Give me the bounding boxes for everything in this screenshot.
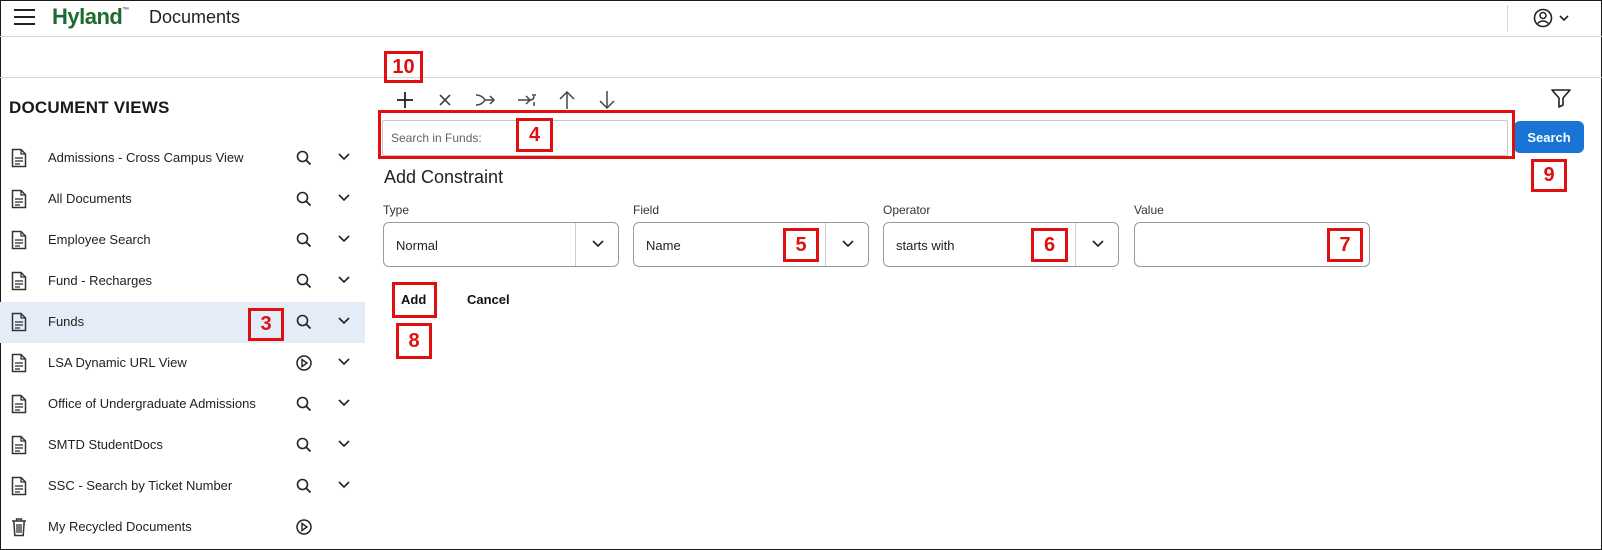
operator-label: Operator [883, 203, 931, 217]
cancel-button[interactable]: Cancel [467, 292, 510, 307]
select-divider [1075, 223, 1076, 266]
document-views-sidebar: DOCUMENT VIEWS Admissions - Cross Campus… [0, 78, 365, 550]
hamburger-menu-icon[interactable] [14, 9, 35, 26]
chevron-down-icon [842, 240, 854, 248]
annotation-add-frame [392, 282, 437, 318]
view-item-label: My Recycled Documents [48, 519, 192, 534]
view-item-label: All Documents [48, 191, 132, 206]
arrow-up-icon[interactable] [555, 88, 579, 112]
annotation-5: 5 [783, 228, 819, 262]
view-item-label: Admissions - Cross Campus View [48, 150, 244, 165]
document-icon [11, 394, 27, 414]
plus-icon[interactable] [393, 88, 417, 112]
view-item-employee-search[interactable]: Employee Search [0, 220, 365, 261]
filter-icon[interactable] [1550, 86, 1572, 110]
header-divider [1507, 5, 1508, 32]
view-item-lsa-dynamic-url[interactable]: LSA Dynamic URL View [0, 343, 365, 384]
field-label: Field [633, 203, 660, 217]
search-icon[interactable] [295, 477, 313, 495]
operator-select-value: starts with [896, 238, 955, 253]
select-divider [825, 223, 826, 266]
app-header: Hyland™ Documents [0, 0, 1602, 37]
indent-icon[interactable] [515, 88, 539, 112]
select-divider [575, 223, 576, 266]
type-select-value: Normal [396, 238, 438, 253]
annotation-7: 7 [1327, 228, 1363, 262]
search-icon[interactable] [295, 272, 313, 290]
annotation-10: 10 [384, 51, 423, 83]
app-title: Documents [149, 7, 241, 27]
annotation-3: 3 [248, 308, 284, 341]
document-view-list: Admissions - Cross Campus View All Docum… [0, 138, 365, 548]
annotation-8: 8 [396, 323, 432, 359]
document-icon [11, 230, 27, 250]
chevron-down-icon[interactable] [337, 193, 351, 203]
document-icon [11, 476, 27, 496]
arrow-down-icon[interactable] [595, 88, 619, 112]
close-icon[interactable] [433, 88, 457, 112]
search-icon[interactable] [295, 231, 313, 249]
annotation-4: 4 [516, 118, 553, 152]
field-select-value: Name [646, 238, 681, 253]
search-icon[interactable] [295, 190, 313, 208]
search-icon[interactable] [295, 395, 313, 413]
view-item-office-undergrad-admissions[interactable]: Office of Undergraduate Admissions [0, 384, 365, 425]
document-icon [11, 189, 27, 209]
user-menu-button[interactable] [1532, 7, 1574, 29]
view-item-label: SSC - Search by Ticket Number [48, 478, 233, 493]
chevron-down-icon [1092, 240, 1104, 248]
sub-header-bar [0, 37, 1602, 78]
play-icon[interactable] [295, 518, 313, 536]
view-item-label: Funds [48, 314, 85, 329]
view-item-funds[interactable]: Funds [0, 302, 365, 343]
document-icon [11, 353, 27, 373]
view-item-admissions-cross-campus[interactable]: Admissions - Cross Campus View [0, 138, 365, 179]
chevron-down-icon[interactable] [337, 439, 351, 449]
trash-icon [12, 518, 26, 537]
search-icon[interactable] [295, 436, 313, 454]
field-select[interactable]: Name [633, 222, 869, 267]
user-account-icon [1533, 8, 1569, 28]
search-icon[interactable] [295, 149, 313, 167]
view-item-fund-recharges[interactable]: Fund - Recharges [0, 261, 365, 302]
type-label: Type [383, 203, 410, 217]
sidebar-title: DOCUMENT VIEWS [9, 98, 170, 117]
annotation-9: 9 [1531, 159, 1567, 192]
document-icon [11, 271, 27, 291]
chevron-down-icon[interactable] [337, 316, 351, 326]
view-item-label: Fund - Recharges [48, 273, 153, 288]
chevron-down-icon[interactable] [337, 152, 351, 162]
document-icon [11, 312, 27, 332]
type-select[interactable]: Normal [383, 222, 619, 267]
chevron-down-icon [592, 240, 604, 248]
merge-icon[interactable] [473, 88, 497, 112]
view-item-all-documents[interactable]: All Documents [0, 179, 365, 220]
view-item-label: SMTD StudentDocs [48, 437, 163, 452]
operator-select[interactable]: starts with [883, 222, 1119, 267]
annotation-6: 6 [1031, 228, 1068, 262]
view-item-label: Employee Search [48, 232, 151, 247]
value-label: Value [1134, 203, 1164, 217]
view-item-label: LSA Dynamic URL View [48, 355, 187, 370]
chevron-down-icon[interactable] [337, 398, 351, 408]
view-item-smtd-studentdocs[interactable]: SMTD StudentDocs [0, 425, 365, 466]
document-icon [11, 435, 27, 455]
search-icon[interactable] [295, 313, 313, 331]
view-item-ssc-ticket-number[interactable]: SSC - Search by Ticket Number [0, 466, 365, 507]
chevron-down-icon[interactable] [337, 275, 351, 285]
chevron-down-icon[interactable] [337, 480, 351, 490]
chevron-down-icon[interactable] [337, 234, 351, 244]
play-icon[interactable] [295, 354, 313, 372]
add-constraint-heading: Add Constraint [384, 167, 504, 187]
view-item-label: Office of Undergraduate Admissions [48, 396, 256, 411]
document-icon [11, 148, 27, 168]
view-item-my-recycled-documents[interactable]: My Recycled Documents [0, 507, 365, 548]
hyland-logo: Hyland™ [52, 4, 129, 29]
search-button[interactable]: Search [1514, 121, 1584, 153]
chevron-down-icon[interactable] [337, 357, 351, 367]
